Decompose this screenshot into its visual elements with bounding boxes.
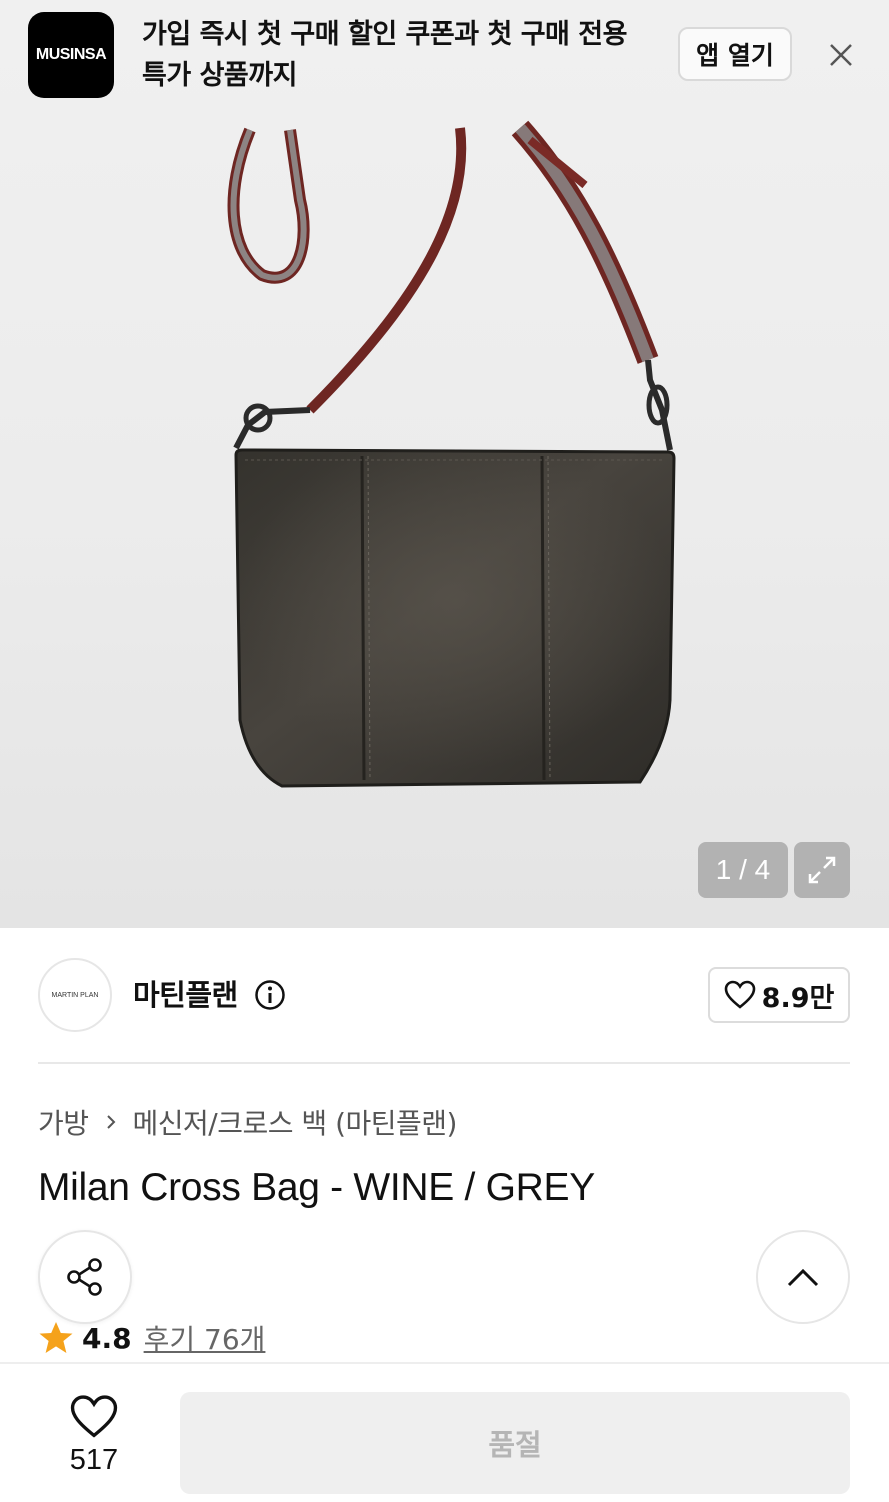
app-promo-banner: MUSINSA 가입 즉시 첫 구매 할인 쿠폰과 첫 구매 전용 특가 상품까…	[0, 0, 889, 112]
wishlist-count: 517	[69, 1444, 119, 1476]
brand-like-count: 8.9만	[761, 982, 835, 1014]
expand-image-button[interactable]	[794, 842, 850, 898]
brand-name[interactable]: 마틴플랜	[133, 972, 238, 1014]
open-app-button[interactable]: 앱 열기	[678, 27, 792, 81]
heart-icon	[70, 1395, 118, 1438]
star-icon	[39, 1322, 73, 1353]
breadcrumb-category[interactable]: 가방	[38, 1102, 89, 1142]
reviews-link[interactable]: 후기 76개	[144, 1318, 266, 1358]
close-icon	[830, 44, 852, 66]
product-rating: 4.8 후기 76개	[38, 1318, 265, 1358]
scroll-top-button[interactable]	[756, 1230, 850, 1324]
breadcrumb: 가방 메신저/크로스 백 (마틴플랜)	[38, 1102, 457, 1142]
wishlist-button[interactable]: 517	[46, 1394, 142, 1477]
product-title: Milan Cross Bag - WINE / GREY	[38, 1166, 595, 1209]
section-divider	[38, 1062, 850, 1064]
product-image-gallery[interactable]: MUSINSA 가입 즉시 첫 구매 할인 쿠폰과 첫 구매 전용 특가 상품까…	[0, 0, 889, 928]
share-icon	[67, 1258, 102, 1296]
close-banner-button[interactable]	[822, 36, 860, 74]
brand-avatar[interactable]: MARTIN PLAN	[38, 958, 112, 1032]
breadcrumb-subcategory[interactable]: 메신저/크로스 백 (마틴플랜)	[133, 1102, 458, 1142]
expand-icon	[808, 856, 836, 884]
promo-message: 가입 즉시 첫 구매 할인 쿠폰과 첫 구매 전용 특가 상품까지	[142, 19, 627, 91]
product-photo-crossbag	[227, 120, 676, 788]
musinsa-logo: MUSINSA	[28, 12, 114, 98]
chevron-up-icon	[787, 1268, 819, 1287]
chevron-right-icon	[106, 1115, 115, 1129]
share-button[interactable]	[38, 1230, 132, 1324]
brand-info-button[interactable]	[254, 979, 286, 1011]
sold-out-button[interactable]: 품절	[180, 1392, 850, 1494]
image-counter: 1 / 4	[698, 842, 788, 898]
brand-like-button[interactable]: 8.9만	[708, 967, 850, 1023]
heart-icon	[724, 980, 755, 1009]
rating-score: 4.8	[82, 1321, 132, 1355]
info-icon	[255, 980, 285, 1010]
